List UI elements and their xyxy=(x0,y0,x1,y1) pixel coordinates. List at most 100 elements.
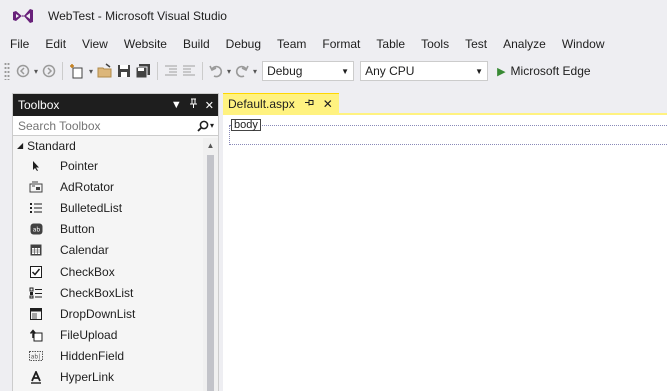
menu-format[interactable]: Format xyxy=(314,32,368,56)
hidden-field-icon: ab| xyxy=(29,349,43,363)
toolbar-separator xyxy=(157,62,159,80)
menu-edit[interactable]: Edit xyxy=(37,32,74,56)
pin-tab-icon[interactable] xyxy=(304,98,314,110)
solution-platform-value: Any CPU xyxy=(365,64,415,78)
new-project-dropdown-icon[interactable]: ▾ xyxy=(89,67,93,76)
scrollbar-thumb[interactable] xyxy=(207,155,214,391)
toolbox-item-label: HyperLink xyxy=(60,370,115,385)
window-position-dropdown-icon[interactable]: ▼ xyxy=(171,99,182,111)
back-icon[interactable] xyxy=(14,60,32,82)
hyperlink-icon xyxy=(29,370,43,384)
pin-icon[interactable] xyxy=(189,98,198,112)
undo-dropdown-icon[interactable]: ▾ xyxy=(227,67,231,76)
save-all-icon[interactable] xyxy=(133,60,153,82)
toolbar-grip-icon[interactable] xyxy=(4,62,10,80)
pointer-icon xyxy=(29,159,43,173)
toolbox-item-label: AdRotator xyxy=(60,179,115,194)
window-title: WebTest - Microsoft Visual Studio xyxy=(48,9,227,23)
search-options-dropdown-icon[interactable]: ▾ xyxy=(210,121,214,130)
menu-tools[interactable]: Tools xyxy=(413,32,457,56)
toolbox-item-checkboxlist[interactable]: CheckBoxList xyxy=(13,282,218,303)
menu-build[interactable]: Build xyxy=(175,32,218,56)
menu-window[interactable]: Window xyxy=(554,32,613,56)
menu-view[interactable]: View xyxy=(74,32,116,56)
close-icon[interactable]: ✕ xyxy=(205,99,214,112)
new-project-icon[interactable] xyxy=(67,60,87,82)
file-upload-icon xyxy=(29,328,43,342)
forward-icon[interactable] xyxy=(40,60,58,82)
toolbox-category-standard[interactable]: ◢ Standard xyxy=(13,136,218,155)
toolbox-item-label: BulletedList xyxy=(60,200,123,215)
toolbox-item-fileupload[interactable]: FileUpload xyxy=(13,325,218,346)
checkbox-icon xyxy=(29,265,43,279)
design-surface[interactable]: body xyxy=(229,119,667,145)
toolbox-item-label: Pointer xyxy=(60,158,99,173)
scroll-up-icon[interactable]: ▲ xyxy=(203,138,218,152)
close-tab-icon[interactable]: ✕ xyxy=(323,97,333,111)
toolbox-item-label: DropDownList xyxy=(60,306,136,321)
toolbox-item-dropdownlist[interactable]: DropDownList xyxy=(13,303,218,324)
checkbox-list-icon xyxy=(29,286,43,300)
menu-bar: File Edit View Website Build Debug Team … xyxy=(0,32,667,56)
title-bar: WebTest - Microsoft Visual Studio xyxy=(0,0,667,32)
menu-file[interactable]: File xyxy=(2,32,37,56)
toolbox-item-label: CheckBox xyxy=(60,264,115,279)
chevron-down-icon: ▼ xyxy=(475,66,484,76)
toolbox-item-label: FileUpload xyxy=(60,328,118,343)
standard-toolbar: ▾ ▾ ▾ ▾ Debug ▼ Any CPU ▼ ▶ Microsoft Ed… xyxy=(0,56,667,86)
toolbox-item-label: Calendar xyxy=(60,243,109,258)
toolbox-item-bulletedlist[interactable]: BulletedList xyxy=(13,197,218,218)
document-tab-strip: Default.aspx ✕ xyxy=(223,93,667,115)
open-file-icon[interactable] xyxy=(95,60,115,82)
svg-text:ab|: ab| xyxy=(31,354,41,361)
toolbox-item-label: Button xyxy=(60,222,95,237)
toolbar-separator xyxy=(202,62,204,80)
toolbox-item-pointer[interactable]: Pointer xyxy=(13,155,218,176)
menu-website[interactable]: Website xyxy=(116,32,175,56)
tab-label: Default.aspx xyxy=(228,96,295,111)
toolbox-item-hyperlink[interactable]: HyperLink xyxy=(13,367,218,388)
toolbox-item-button[interactable]: ab Button xyxy=(13,219,218,240)
back-dropdown-icon[interactable]: ▾ xyxy=(34,67,38,76)
menu-debug[interactable]: Debug xyxy=(218,32,269,56)
visual-studio-logo-icon[interactable] xyxy=(8,0,38,32)
outdent-icon[interactable] xyxy=(180,60,198,82)
solution-platform-select[interactable]: Any CPU ▼ xyxy=(360,61,489,81)
collapse-triangle-icon[interactable]: ◢ xyxy=(17,141,23,150)
toolbox-search: ▾ xyxy=(13,116,218,136)
menu-test[interactable]: Test xyxy=(457,32,495,56)
body-tag-label[interactable]: body xyxy=(231,119,261,131)
dropdown-list-icon xyxy=(29,307,43,321)
toolbox-search-input[interactable] xyxy=(18,118,168,133)
toolbox-header[interactable]: Toolbox ▼ ✕ xyxy=(13,94,218,116)
menu-team[interactable]: Team xyxy=(269,32,314,56)
adrotator-icon xyxy=(29,180,43,194)
start-debugging-button[interactable]: ▶ Microsoft Edge xyxy=(497,64,591,78)
calendar-icon xyxy=(29,243,43,257)
menu-table[interactable]: Table xyxy=(368,32,413,56)
play-icon: ▶ xyxy=(497,65,506,78)
toolbox-scrollbar[interactable]: ▲ xyxy=(203,138,218,391)
svg-text:ab: ab xyxy=(32,227,40,234)
toolbox-item-hiddenfield[interactable]: ab| HiddenField xyxy=(13,346,218,367)
search-icon[interactable]: ▾ xyxy=(197,120,214,132)
save-icon[interactable] xyxy=(115,60,133,82)
toolbar-separator xyxy=(62,62,64,80)
solution-configuration-value: Debug xyxy=(267,64,303,78)
tab-default-aspx[interactable]: Default.aspx ✕ xyxy=(223,93,339,113)
toolbox-item-checkbox[interactable]: CheckBox xyxy=(13,261,218,282)
toolbox-item-calendar[interactable]: Calendar xyxy=(13,240,218,261)
toolbox-item-adrotator[interactable]: AdRotator xyxy=(13,176,218,197)
toolbox-panel: Toolbox ▼ ✕ ▾ ◢ Standard Pointer xyxy=(12,93,219,391)
toolbox-title: Toolbox xyxy=(18,98,60,112)
editor-area: Default.aspx ✕ body xyxy=(223,93,667,391)
menu-analyze[interactable]: Analyze xyxy=(495,32,554,56)
body-element-box[interactable] xyxy=(229,125,667,145)
toolbox-item-label: CheckBoxList xyxy=(60,285,134,300)
indent-icon[interactable] xyxy=(162,60,180,82)
solution-configuration-select[interactable]: Debug ▼ xyxy=(262,61,355,81)
undo-icon[interactable] xyxy=(207,60,225,82)
chevron-down-icon: ▼ xyxy=(341,66,350,76)
redo-icon[interactable] xyxy=(233,60,251,82)
redo-dropdown-icon[interactable]: ▾ xyxy=(253,67,257,76)
